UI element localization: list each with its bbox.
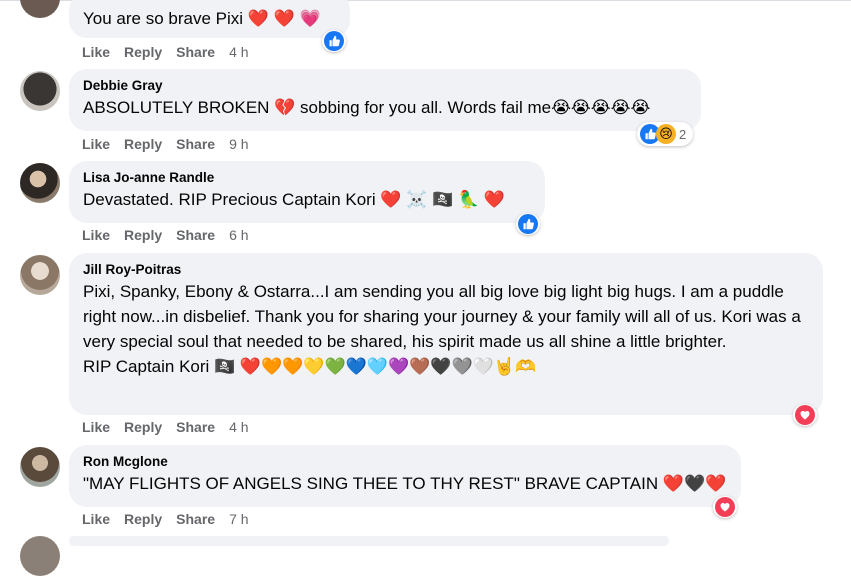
avatar[interactable]: [20, 536, 60, 576]
comment-actions: Like Reply Share 9 h: [82, 136, 249, 152]
comment-bubble: You are so brave Pixi ❤️ ❤️ 💗: [69, 0, 350, 38]
comment-text: Pixi, Spanky, Ebony & Ostarra...I am sen…: [83, 282, 806, 351]
reaction-summary[interactable]: [516, 213, 540, 235]
comment-author[interactable]: Debbie Gray: [83, 77, 689, 95]
comment-actions: Like Reply Share 7 h: [82, 511, 249, 527]
comment-text: Devastated. RIP Precious Captain Kori ❤️…: [83, 190, 506, 209]
like-reaction-icon: [324, 31, 344, 51]
reaction-summary[interactable]: [793, 404, 817, 426]
share-link[interactable]: Share: [176, 136, 215, 152]
timestamp[interactable]: 9 h: [229, 136, 248, 152]
comment-author[interactable]: Lisa Jo-anne Randle: [83, 169, 533, 187]
timestamp[interactable]: 6 h: [229, 227, 248, 243]
comment-actions: Like Reply Share 4 h: [82, 44, 249, 60]
comment-author[interactable]: Ron Mcglone: [83, 453, 729, 471]
comment-bubble: Ron Mcglone "MAY FLIGHTS OF ANGELS SING …: [69, 445, 741, 507]
reply-link[interactable]: Reply: [124, 227, 162, 243]
comment-actions: Like Reply Share 4 h: [82, 419, 249, 435]
love-reaction-icon: [795, 405, 815, 425]
comment-bubble: Jill Roy-Poitras Pixi, Spanky, Ebony & O…: [69, 253, 823, 415]
like-link[interactable]: Like: [82, 227, 110, 243]
comment-bubble: [69, 536, 669, 546]
timestamp[interactable]: 4 h: [229, 419, 248, 435]
share-link[interactable]: Share: [176, 44, 215, 60]
reaction-summary[interactable]: [713, 496, 737, 518]
share-link[interactable]: Share: [176, 227, 215, 243]
like-link[interactable]: Like: [82, 44, 110, 60]
reply-link[interactable]: Reply: [124, 511, 162, 527]
avatar[interactable]: [20, 255, 60, 295]
reply-link[interactable]: Reply: [124, 44, 162, 60]
reply-link[interactable]: Reply: [124, 419, 162, 435]
timestamp[interactable]: 7 h: [229, 511, 248, 527]
like-reaction-icon: [518, 214, 538, 234]
share-link[interactable]: Share: [176, 419, 215, 435]
timestamp[interactable]: 4 h: [229, 44, 248, 60]
share-link[interactable]: Share: [176, 511, 215, 527]
comment-actions: Like Reply Share 6 h: [82, 227, 249, 243]
comment-text: You are so brave Pixi ❤️ ❤️ 💗: [83, 9, 321, 28]
avatar[interactable]: [20, 71, 60, 111]
comment-text: "MAY FLIGHTS OF ANGELS SING THEE TO THY …: [83, 474, 727, 493]
comment-bubble: Lisa Jo-anne Randle Devastated. RIP Prec…: [69, 161, 545, 223]
avatar[interactable]: [20, 447, 60, 487]
comment-bubble: Debbie Gray ABSOLUTELY BROKEN 💔 sobbing …: [69, 69, 701, 131]
avatar[interactable]: [20, 0, 60, 18]
comment-text: ABSOLUTELY BROKEN 💔 sobbing for you all.…: [83, 98, 651, 117]
comment-author[interactable]: Jill Roy-Poitras: [83, 261, 811, 279]
reaction-count: 2: [679, 126, 687, 142]
sad-reaction-icon: 😢: [656, 124, 676, 144]
reaction-summary[interactable]: [322, 30, 346, 52]
reaction-summary[interactable]: 😢 2: [637, 122, 694, 146]
reply-link[interactable]: Reply: [124, 136, 162, 152]
like-link[interactable]: Like: [82, 511, 110, 527]
comment-text-line-2: RIP Captain Kori 🏴‍☠️ ❤️🧡🧡💛💚💙🩵💜🤎🖤🩶🤍🤘🫶: [83, 357, 537, 376]
like-link[interactable]: Like: [82, 419, 110, 435]
avatar[interactable]: [20, 163, 60, 203]
like-link[interactable]: Like: [82, 136, 110, 152]
love-reaction-icon: [715, 497, 735, 517]
